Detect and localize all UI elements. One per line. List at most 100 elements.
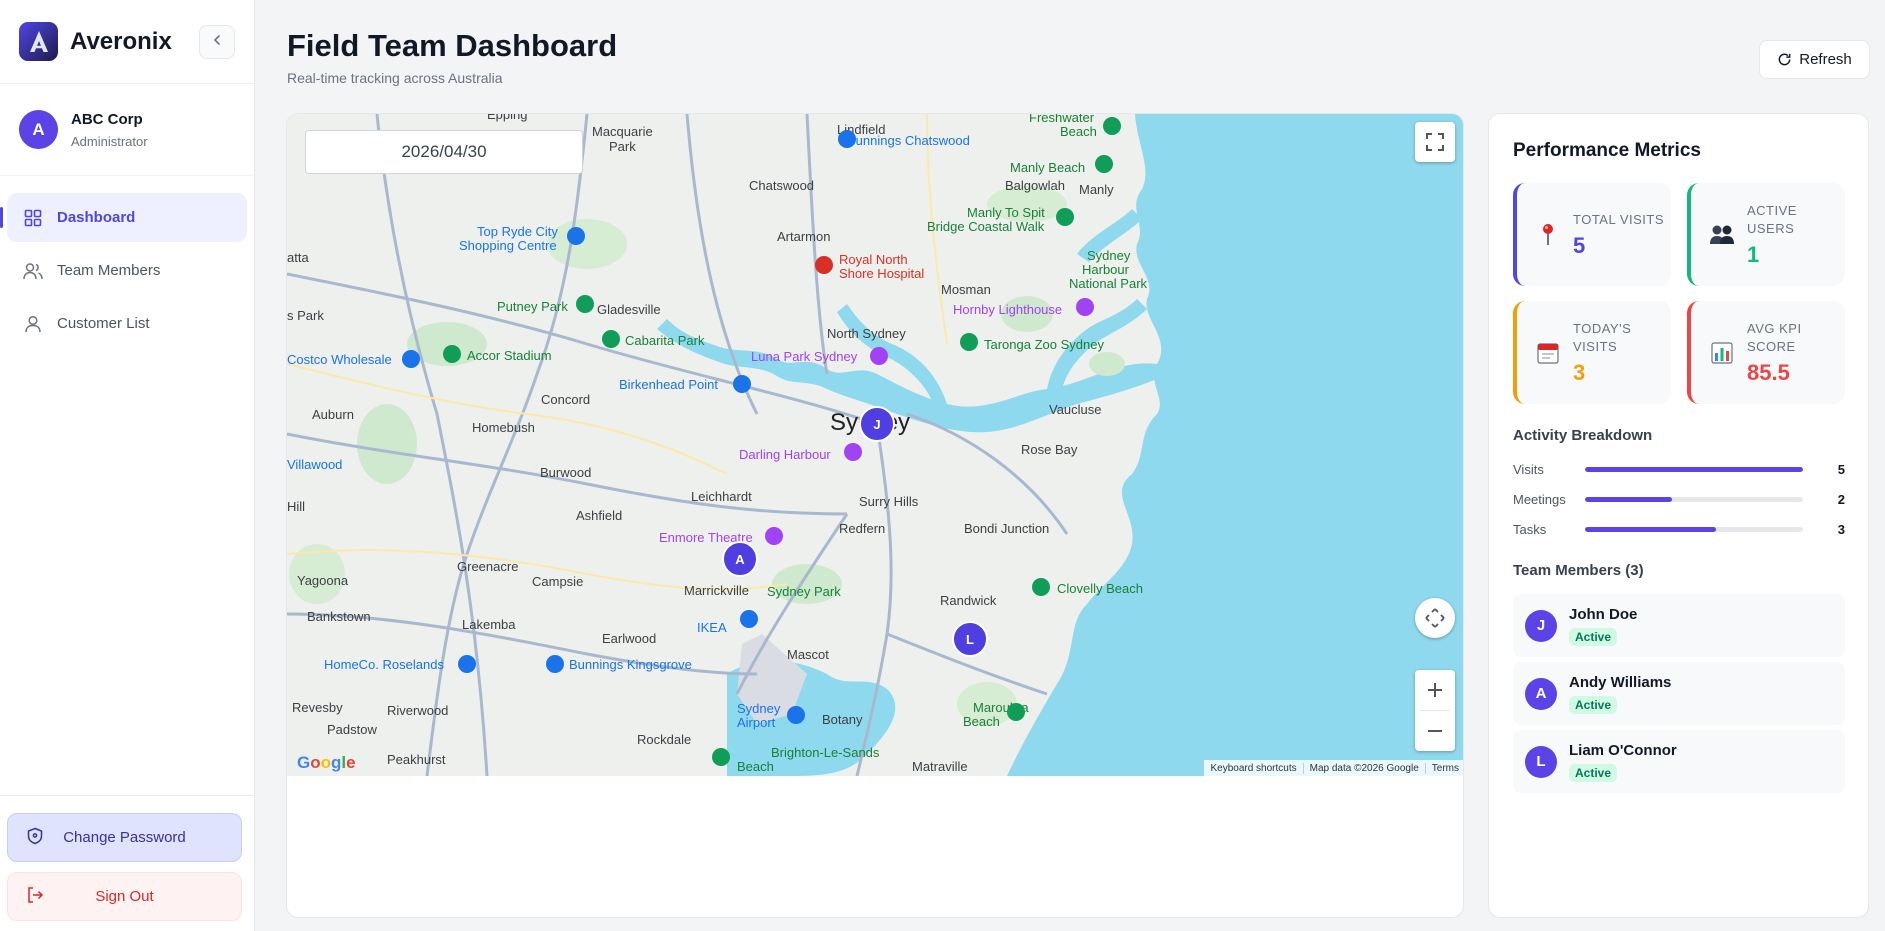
map-label: Auburn (312, 407, 354, 422)
map-poi-label: Darling Harbour (739, 447, 831, 462)
performance-title: Performance Metrics (1513, 140, 1701, 161)
metric-value: 1 (1747, 241, 1760, 267)
map-poi-label: Harbour (1082, 262, 1130, 277)
brand-logo-icon[interactable] (19, 22, 58, 61)
map-poi-label: Bunnings Kingsgrove (569, 657, 692, 672)
map-poi-label: Cabarita Park (625, 333, 705, 348)
metric-label: AVG KPI SCORE (1747, 320, 1802, 354)
move-arrows-icon (1425, 608, 1445, 628)
map-poi-label: Costco Wholesale (287, 352, 392, 367)
refresh-label: Refresh (1799, 51, 1852, 68)
map-poi-label: Hornby Lighthouse (953, 302, 1062, 317)
map-poi-label: Beach (963, 714, 1000, 729)
team-marker-a[interactable]: A (722, 541, 758, 577)
team-marker-l[interactable]: L (952, 621, 988, 657)
map-poi-label: Shopping Centre (459, 238, 557, 253)
map-label: Revesby (292, 700, 343, 715)
minus-icon (1428, 730, 1442, 732)
collapse-sidebar-button[interactable] (199, 24, 235, 59)
map-poi-label: Top Ryde City (477, 224, 558, 239)
map[interactable]: Lindfield Macquarie Park Epping Chatswoo… (287, 114, 1463, 776)
map-poi-label: Sydney (737, 701, 781, 716)
team-member-item[interactable]: L Liam O'Connor Active (1513, 730, 1845, 793)
svg-text:A: A (735, 552, 745, 567)
map-label: atta (287, 250, 309, 265)
avatar: A (19, 110, 58, 149)
team-marker-j[interactable]: J (859, 406, 895, 442)
map-label: Surry Hills (859, 494, 919, 509)
metric-value: 5 (1573, 232, 1586, 258)
users-icon (1709, 222, 1735, 248)
map-label: Botany (822, 712, 863, 727)
refresh-button[interactable]: Refresh (1759, 40, 1870, 79)
member-name: Andy Williams (1569, 673, 1672, 691)
date-input[interactable]: 2026/04/30 (305, 130, 583, 174)
breakdown-label: Visits (1513, 461, 1544, 477)
map-label: Burwood (540, 465, 591, 480)
map-label: Homebush (472, 420, 535, 435)
map-poi-label: National Park (1069, 276, 1148, 291)
fullscreen-icon (1426, 133, 1444, 151)
map-poi-label: Airport (737, 715, 776, 730)
map-label: Rose Bay (1021, 442, 1078, 457)
map-label: Earlwood (602, 631, 656, 646)
sidebar-item-dashboard[interactable]: Dashboard (0, 193, 247, 242)
map-poi-label: Bridge Coastal Walk (927, 219, 1045, 234)
map-label: Redfern (839, 521, 885, 536)
metric-label: ACTIVE USERS (1747, 202, 1797, 236)
sidebar-item-label: Team Members (57, 262, 161, 279)
metric-value: 85.5 (1747, 359, 1790, 385)
fullscreen-button[interactable] (1415, 122, 1455, 162)
map-label: Mosman (941, 282, 991, 297)
team-member-item[interactable]: A Andy Williams Active (1513, 662, 1845, 725)
keyboard-shortcuts-link[interactable]: Keyboard shortcuts (1204, 763, 1302, 774)
map-poi-label: IKEA (697, 620, 727, 635)
breakdown-label: Tasks (1513, 521, 1547, 537)
sign-out-label: Sign Out (95, 888, 154, 905)
shield-icon (26, 827, 44, 849)
breakdown-row-meetings: Meetings 2 (1513, 489, 1845, 509)
map-label: Riverwood (387, 703, 448, 718)
breakdown-value: 5 (1837, 461, 1845, 477)
map-label: Bankstown (307, 609, 371, 624)
map-label: Matraville (912, 759, 968, 774)
bar-chart-icon (1709, 340, 1735, 366)
breakdown-bar (1585, 526, 1803, 532)
sign-out-button[interactable]: Sign Out (7, 872, 242, 921)
zoom-out-button[interactable] (1415, 711, 1455, 751)
sidebar-item-customer-list[interactable]: Customer List (7, 299, 247, 348)
sidebar-item-label: Dashboard (57, 209, 136, 226)
terms-link[interactable]: Terms (1424, 762, 1463, 774)
map-poi-label: Shore Hospital (839, 266, 924, 281)
sidebar-item-label: Customer List (57, 315, 150, 332)
map-poi-label: Sydney Park (767, 584, 841, 599)
breakdown-label: Meetings (1513, 491, 1566, 507)
page-title: Field Team Dashboard (287, 28, 618, 63)
map-label: Artarmon (777, 229, 830, 244)
map-poi-label: Clovelly Beach (1057, 581, 1143, 596)
avatar: J (1525, 609, 1557, 642)
status-badge: Active (1569, 763, 1618, 782)
change-password-label: Change Password (63, 829, 186, 846)
chevron-left-icon (211, 33, 223, 51)
map-camera-control[interactable] (1415, 598, 1455, 638)
plus-icon (1428, 683, 1442, 697)
breakdown-value: 3 (1837, 521, 1845, 537)
sidebar-footer: Change Password Sign Out (0, 795, 254, 931)
status-badge: Active (1569, 627, 1618, 646)
org-profile: A ABC Corp Administrator (0, 84, 254, 176)
org-role: Administrator (71, 133, 148, 149)
change-password-button[interactable]: Change Password (7, 813, 242, 862)
breakdown-value: 2 (1837, 491, 1845, 507)
map-label: Greenacre (457, 559, 518, 574)
map-poi-label: Manly To Spit (967, 205, 1045, 220)
sidebar-item-team-members[interactable]: Team Members (7, 246, 247, 295)
brand-name: Averonix (70, 27, 172, 55)
map-label: Manly (1079, 182, 1114, 197)
map-poi-label: Manly Beach (1010, 160, 1085, 175)
map-label: s Park (287, 308, 324, 323)
breakdown-bar (1585, 496, 1803, 502)
map-label: Rockdale (637, 732, 691, 747)
team-member-item[interactable]: J John Doe Active (1513, 594, 1845, 657)
zoom-in-button[interactable] (1415, 670, 1455, 710)
